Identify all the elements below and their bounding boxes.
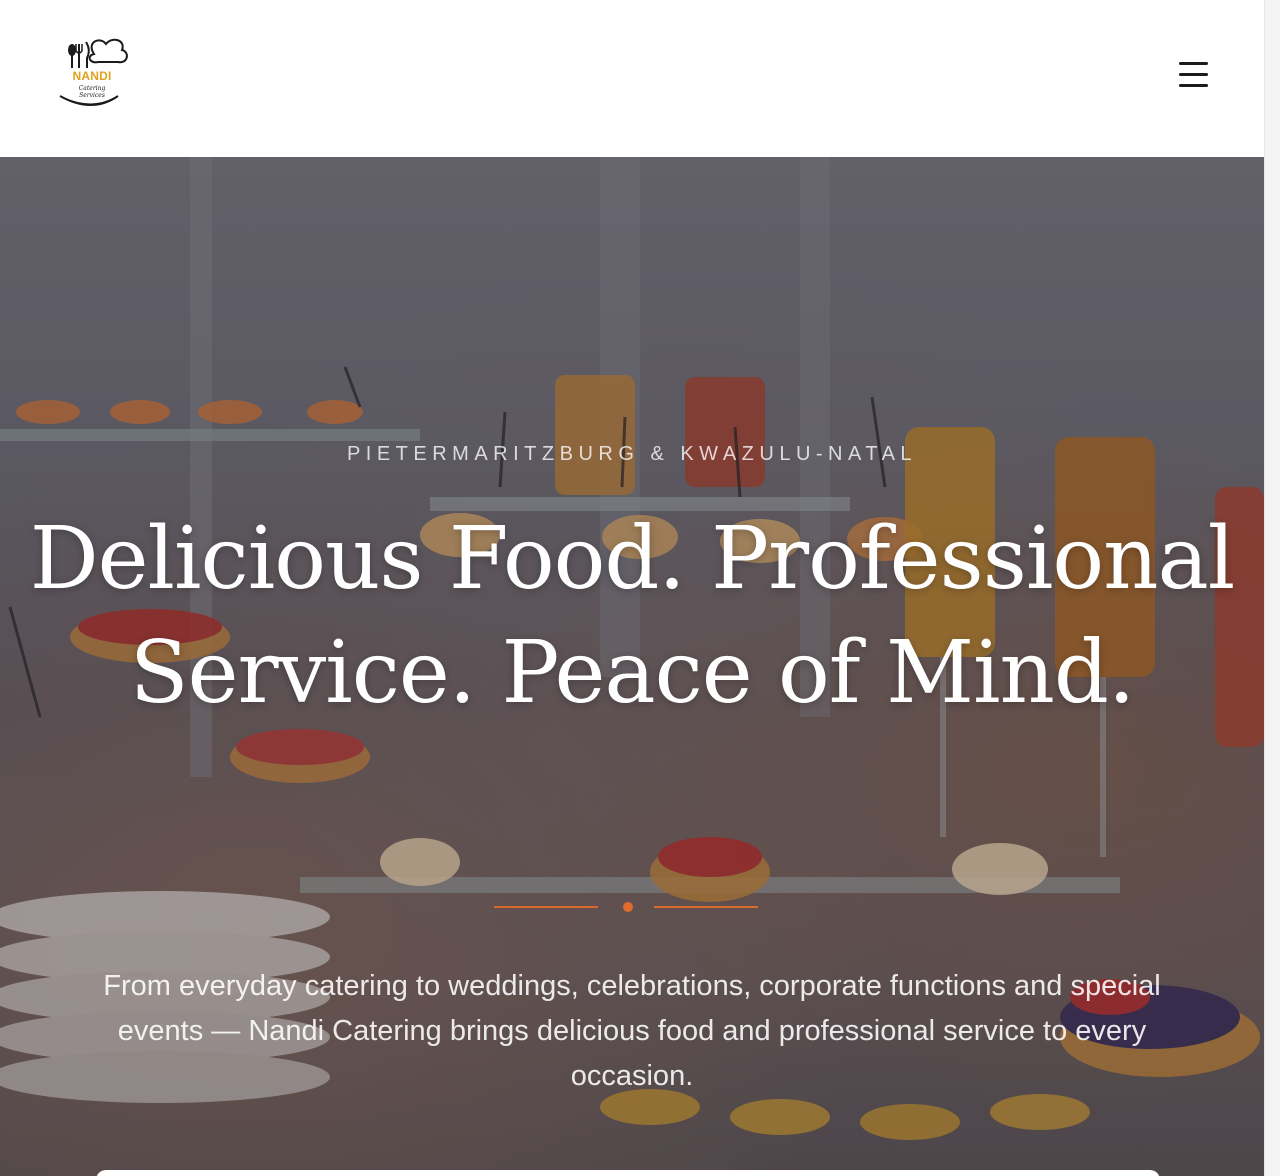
nandi-logo[interactable]: NANDI Catering Services xyxy=(56,36,138,112)
page: NANDI Catering Services PIETERMARITZBURG… xyxy=(0,0,1280,1176)
hero-title: Delicious Food. Professional Service. Pe… xyxy=(29,509,1236,723)
hero-section: PIETERMARITZBURG & KWAZULU-NATAL Delicio… xyxy=(0,157,1264,1176)
hero-bottom-card-edge xyxy=(96,1170,1160,1176)
hero-location-kicker: PIETERMARITZBURG & KWAZULU-NATAL xyxy=(346,443,918,465)
site-header: NANDI Catering Services xyxy=(0,0,1264,157)
logo-brand-name: NANDI xyxy=(72,69,112,83)
divider-dot-icon xyxy=(623,902,633,912)
page-scrollbar[interactable] xyxy=(1264,0,1280,1176)
hamburger-menu-button[interactable] xyxy=(1170,56,1216,94)
hero-divider xyxy=(494,900,760,914)
logo-tagline: Catering Services xyxy=(78,85,106,99)
hero-description: From everyday catering to weddings, cele… xyxy=(103,970,1161,1092)
